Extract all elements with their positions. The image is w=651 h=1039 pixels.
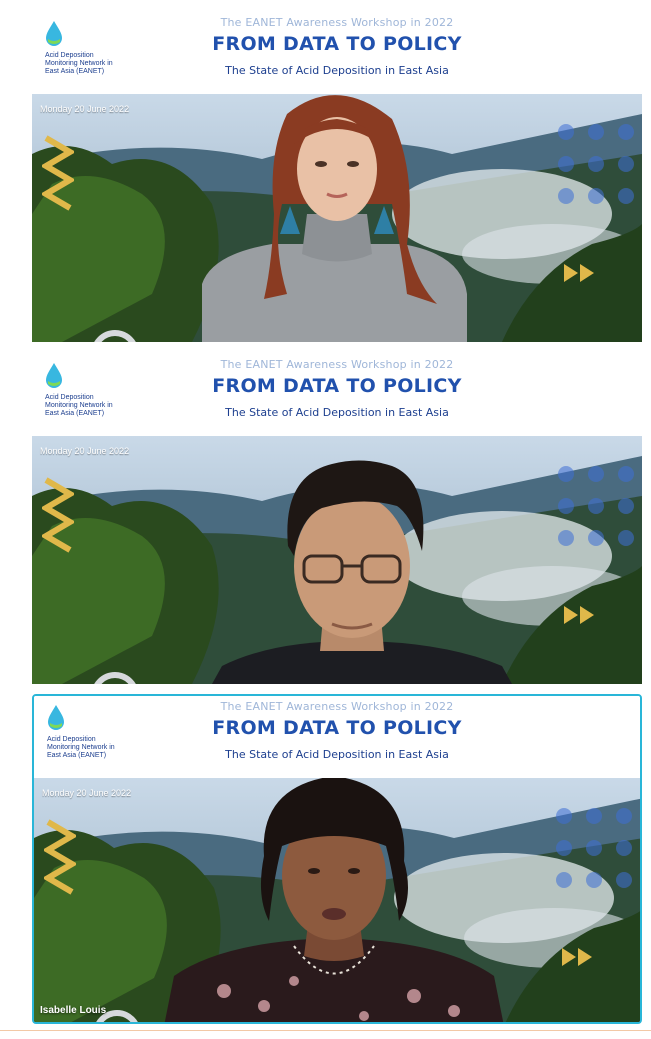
subtitle: The State of Acid Deposition in East Asi… — [225, 406, 449, 419]
date-label: Monday 20 June 2022 — [40, 104, 130, 114]
virtual-background-banner: Acid Deposition Monitoring Network in Ea… — [32, 12, 642, 94]
virtual-background-banner: Acid Deposition Monitoring Network in Ea… — [32, 354, 642, 436]
eanet-logo: Acid Deposition Monitoring Network in Ea… — [40, 362, 113, 432]
zigzag-decoration — [44, 819, 76, 895]
video-tile-3-active-speaker[interactable]: Acid Deposition Monitoring Network in Ea… — [32, 694, 642, 1024]
workshop-title: The EANET Awareness Workshop in 2022 — [220, 358, 454, 371]
arc-decoration — [94, 672, 136, 684]
eanet-logo: Acid Deposition Monitoring Network in Ea… — [42, 704, 115, 774]
zigzag-decoration — [42, 477, 74, 553]
subtitle: The State of Acid Deposition in East Asi… — [225, 748, 449, 761]
subtitle: The State of Acid Deposition in East Asi… — [225, 64, 449, 77]
bottom-accent-line — [0, 1030, 651, 1031]
fast-forward-decoration — [564, 606, 594, 624]
main-title: FROM DATA TO POLICY — [212, 33, 462, 55]
main-title: FROM DATA TO POLICY — [212, 375, 462, 397]
video-feed: Monday 20 June 2022 — [32, 436, 642, 684]
workshop-title: The EANET Awareness Workshop in 2022 — [220, 16, 454, 29]
eanet-logo: Acid Deposition Monitoring Network in Ea… — [40, 20, 113, 90]
arc-decoration — [94, 330, 136, 342]
participant-video — [212, 460, 512, 684]
video-feed: Monday 20 June 2022 — [34, 778, 640, 1022]
video-tile-2[interactable]: Acid Deposition Monitoring Network in Ea… — [32, 354, 642, 684]
zigzag-decoration — [42, 135, 74, 211]
dot-grid-decoration — [558, 124, 634, 204]
workshop-title: The EANET Awareness Workshop in 2022 — [220, 700, 454, 713]
date-label: Monday 20 June 2022 — [42, 788, 132, 798]
video-tile-1[interactable]: Acid Deposition Monitoring Network in Ea… — [32, 12, 642, 342]
virtual-background-banner: Acid Deposition Monitoring Network in Ea… — [34, 696, 640, 778]
date-label: Monday 20 June 2022 — [40, 446, 130, 456]
participant-video — [202, 95, 467, 342]
participant-name-tag: Isabelle Louis — [40, 1005, 107, 1016]
dot-grid-decoration — [556, 808, 632, 888]
video-feed: Monday 20 June 2022 — [32, 94, 642, 342]
fast-forward-decoration — [562, 948, 592, 966]
dot-grid-decoration — [558, 466, 634, 546]
main-title: FROM DATA TO POLICY — [212, 717, 462, 739]
participant-video — [164, 778, 504, 1022]
fast-forward-decoration — [564, 264, 594, 282]
